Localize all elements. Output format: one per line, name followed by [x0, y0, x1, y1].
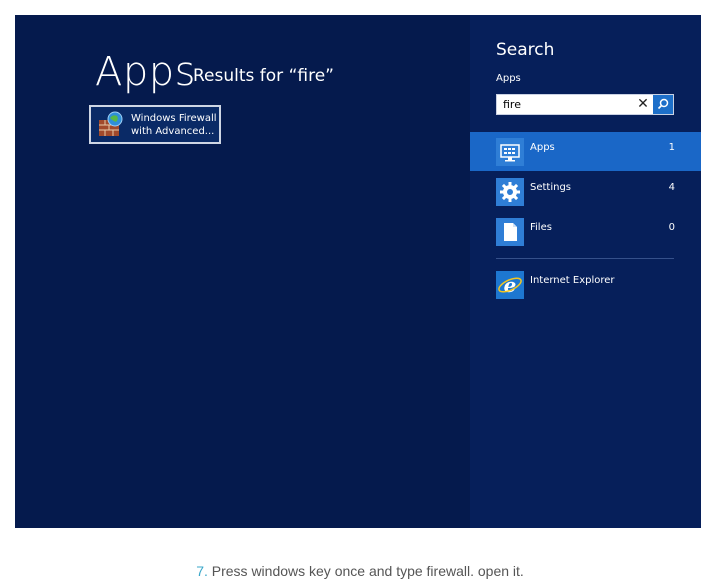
category-label: Settings — [530, 182, 572, 193]
step-text: Press windows key once and type firewall… — [207, 563, 524, 579]
search-category-files[interactable]: Files 0 — [470, 212, 701, 251]
category-count: 4 — [668, 182, 675, 193]
search-category-apps[interactable]: Apps 1 — [470, 132, 701, 171]
windows8-search-screen: Apps Results for “fire” Windows Firewall… — [15, 15, 701, 528]
search-input[interactable] — [503, 96, 628, 113]
page-title: Apps — [95, 49, 196, 95]
category-label: Apps — [530, 142, 555, 153]
results-label: Results for “fire” — [193, 66, 334, 86]
app-tile-label: Windows Firewall with Advanced... — [131, 112, 217, 137]
divider — [496, 258, 674, 259]
search-category-settings[interactable]: Settings 4 — [470, 172, 701, 211]
app-tile-windows-firewall[interactable]: Windows Firewall with Advanced... — [89, 105, 221, 144]
search-scope-label: Apps — [496, 73, 521, 84]
svg-text:e: e — [504, 273, 517, 297]
category-label: Files — [530, 222, 552, 233]
close-icon: ✕ — [637, 96, 649, 112]
search-charm-title: Search — [496, 40, 555, 60]
search-app-internet-explorer[interactable]: e Internet Explorer — [470, 265, 701, 304]
gear-icon — [496, 178, 524, 206]
apps-results-pane: Apps Results for “fire” Windows Firewall… — [15, 15, 470, 528]
internet-explorer-icon: e — [496, 271, 524, 299]
search-button[interactable] — [653, 95, 673, 114]
monitor-icon — [496, 138, 524, 166]
search-icon — [657, 98, 669, 110]
app-label: Internet Explorer — [530, 275, 615, 286]
file-icon — [496, 218, 524, 246]
search-charm: Search Apps ✕ — [470, 15, 701, 528]
clear-search-button[interactable]: ✕ — [635, 96, 651, 113]
category-count: 0 — [668, 222, 675, 233]
search-box: ✕ — [496, 94, 674, 115]
step-number: 7. — [196, 563, 208, 579]
step-caption: 7. Press windows key once and type firew… — [0, 563, 720, 579]
category-count: 1 — [668, 142, 675, 153]
firewall-icon — [95, 110, 125, 140]
